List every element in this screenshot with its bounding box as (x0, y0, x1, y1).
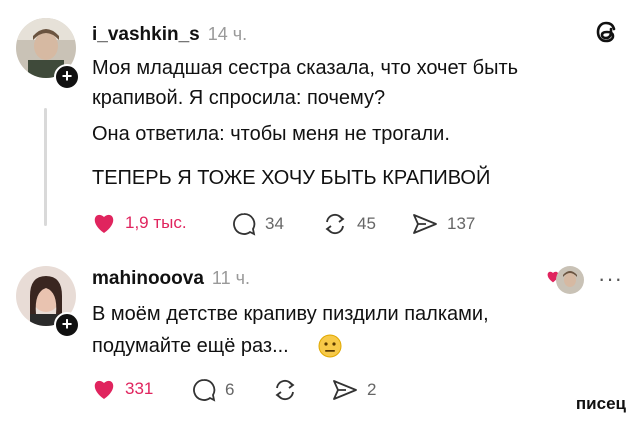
comment-icon (233, 213, 256, 236)
follow-plus-icon[interactable]: + (54, 64, 80, 90)
follow-plus-icon[interactable]: + (54, 312, 80, 338)
reply-text-line: подумайте ещё раз... (92, 335, 289, 357)
share-count: 137 (447, 214, 476, 233)
repost-button[interactable] (272, 378, 298, 402)
share-button[interactable]: 137 (412, 212, 475, 236)
post-text-line: ТЕПЕРЬ Я ТОЖЕ ХОЧУ БЫТЬ КРАПИВОЙ (92, 167, 491, 189)
username[interactable]: mahinooova (92, 268, 204, 289)
share-button[interactable]: 2 (332, 378, 376, 402)
timestamp: 14 ч. (207, 24, 248, 44)
like-count: 1,9 тыс. (125, 213, 187, 232)
post-header: i_vashkin_s 14 ч. (92, 24, 247, 46)
send-icon (333, 380, 357, 400)
like-count: 331 (125, 379, 154, 398)
heart-filled-icon (94, 214, 114, 233)
post-text-line: Моя младшая сестра сказала, что хочет бы… (92, 57, 519, 79)
comment-count: 34 (265, 214, 284, 233)
repost-count: 45 (357, 214, 376, 233)
post-text-line: крапивой. Я спросила: почему? (92, 87, 386, 109)
like-button[interactable]: 331 (92, 378, 153, 400)
reply-header: mahinooova 11 ч. (92, 268, 250, 290)
watermark: писец (575, 394, 626, 413)
heart-filled-icon (94, 380, 114, 399)
like-button[interactable]: 1,9 тыс. (92, 212, 187, 234)
comment-button[interactable]: 34 (232, 212, 284, 236)
comment-count: 6 (225, 380, 235, 399)
share-count: 2 (367, 380, 377, 399)
thread-line (44, 108, 47, 226)
repost-button[interactable]: 45 (322, 212, 376, 236)
timestamp: 11 ч. (211, 268, 250, 288)
more-options-icon[interactable]: ··· (598, 266, 623, 292)
repost-icon (325, 213, 345, 235)
send-icon (413, 214, 437, 234)
threads-logo-icon[interactable] (592, 16, 622, 48)
neutral-face-emoji-icon (318, 334, 342, 358)
username[interactable]: i_vashkin_s (92, 24, 200, 45)
comment-icon (193, 379, 216, 402)
post-text-line: Она ответила: чтобы меня не трогали. (92, 123, 450, 145)
comment-button[interactable]: 6 (192, 378, 234, 402)
repost-icon (275, 379, 295, 401)
author-avatar-icon (556, 266, 584, 294)
reply-text-line: В моём детстве крапиву пиздили палками, (92, 303, 489, 325)
